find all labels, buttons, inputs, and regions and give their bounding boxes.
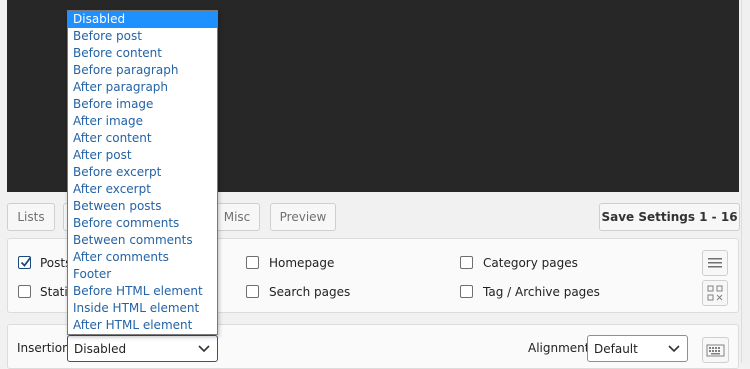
dropdown-option[interactable]: Between comments xyxy=(68,232,217,249)
dropdown-option[interactable]: After excerpt xyxy=(68,181,217,198)
save-settings-button[interactable]: Save Settings 1 - 16 xyxy=(599,203,740,231)
chevron-down-icon xyxy=(198,345,210,353)
dropdown-option[interactable]: Before image xyxy=(68,96,217,113)
dropdown-option[interactable]: After content xyxy=(68,130,217,147)
dropdown-option[interactable]: After post xyxy=(68,147,217,164)
dropdown-option[interactable]: Before post xyxy=(68,28,217,45)
keyboard-icon[interactable] xyxy=(702,337,729,363)
posts-checkbox[interactable] xyxy=(18,256,32,269)
dropdown-option[interactable]: Before HTML element xyxy=(68,283,217,300)
homepage-checkbox[interactable] xyxy=(246,256,259,269)
dropdown-option[interactable]: Before content xyxy=(68,45,217,62)
insertion-select[interactable]: Disabled xyxy=(67,335,218,362)
dropdown-option[interactable]: Before excerpt xyxy=(68,164,217,181)
grid-icon[interactable] xyxy=(702,280,728,306)
static-checkbox[interactable] xyxy=(18,285,31,298)
dropdown-option[interactable]: Disabled xyxy=(68,11,217,28)
tag-archive-pages-label: Tag / Archive pages xyxy=(483,285,600,299)
tag-archive-pages-checkbox[interactable] xyxy=(460,285,473,298)
chevron-down-icon xyxy=(668,345,680,353)
search-pages-label: Search pages xyxy=(269,285,351,299)
dropdown-option[interactable]: Inside HTML element xyxy=(68,300,217,317)
lists-button[interactable]: Lists xyxy=(7,203,55,231)
alignment-label: Alignment xyxy=(528,341,590,355)
insertion-select-value: Disabled xyxy=(74,342,127,356)
dropdown-option[interactable]: After paragraph xyxy=(68,79,217,96)
dropdown-option[interactable]: Before comments xyxy=(68,215,217,232)
search-pages-checkbox[interactable] xyxy=(246,285,259,298)
dropdown-option[interactable]: Before paragraph xyxy=(68,62,217,79)
category-pages-checkbox[interactable] xyxy=(460,256,473,269)
insertion-label: Insertion xyxy=(17,341,70,355)
misc-button[interactable]: Misc xyxy=(214,203,260,231)
page-scrollbar[interactable] xyxy=(741,0,750,363)
preview-button[interactable]: Preview xyxy=(270,203,336,231)
alignment-select-value: Default xyxy=(594,342,638,356)
dropdown-option[interactable]: Footer xyxy=(68,266,217,283)
insertion-dropdown-list[interactable]: Disabled Before post Before content Before … xyxy=(67,10,218,335)
homepage-label: Homepage xyxy=(269,256,335,270)
dropdown-option[interactable]: After comments xyxy=(68,249,217,266)
dropdown-option[interactable]: After image xyxy=(68,113,217,130)
list-icon[interactable] xyxy=(702,250,728,276)
category-pages-label: Category pages xyxy=(483,256,578,270)
alignment-select[interactable]: Default xyxy=(587,335,688,362)
dropdown-option[interactable]: Between posts xyxy=(68,198,217,215)
dropdown-option[interactable]: After HTML element xyxy=(68,317,217,334)
